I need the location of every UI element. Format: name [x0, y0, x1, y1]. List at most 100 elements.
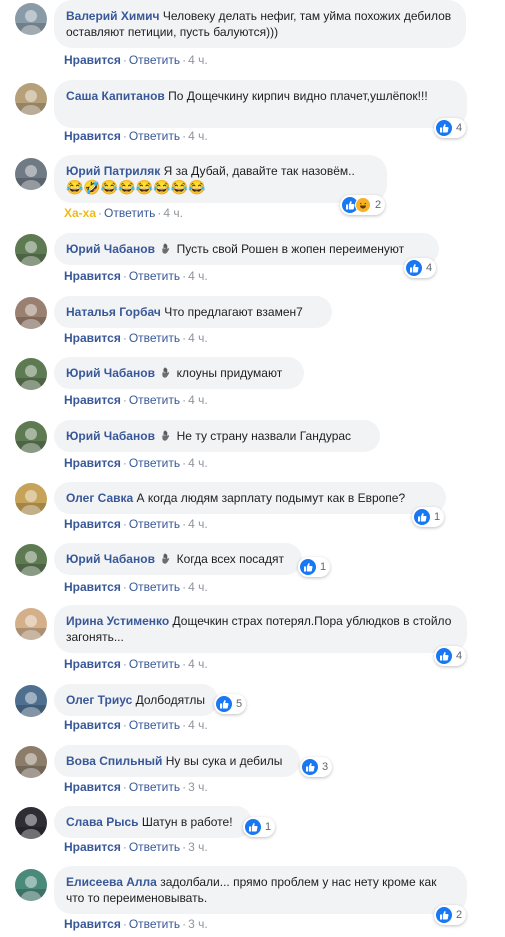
avatar[interactable]	[15, 158, 47, 190]
author-name[interactable]: Ирина Устименко	[66, 614, 169, 628]
comment-actions: Нравится · Ответить · 4 ч.	[64, 456, 208, 470]
timestamp[interactable]: 4 ч.	[188, 53, 208, 67]
avatar[interactable]	[15, 608, 47, 640]
reaction-number: 2	[456, 909, 463, 921]
separator: ·	[182, 393, 187, 407]
timestamp[interactable]: 3 ч.	[188, 840, 208, 854]
author-name[interactable]: Валерий Химич	[66, 9, 160, 23]
reaction-count[interactable]: 1	[243, 817, 276, 837]
like-link[interactable]: Нравится	[64, 269, 121, 283]
reaction-number: 1	[320, 561, 327, 573]
avatar[interactable]	[15, 421, 47, 453]
author-name[interactable]: Вова Спильный	[66, 754, 162, 768]
author-name[interactable]: Олег Триус	[66, 693, 132, 707]
reaction-count[interactable]: 1	[298, 557, 331, 577]
avatar[interactable]	[15, 234, 47, 266]
separator: ·	[182, 456, 187, 470]
reply-link[interactable]: Ответить	[129, 718, 180, 732]
timestamp[interactable]: 4 ч.	[188, 657, 208, 671]
avatar[interactable]	[15, 869, 47, 901]
reply-link[interactable]: Ответить	[129, 456, 180, 470]
like-link[interactable]: Нравится	[64, 456, 121, 470]
avatar[interactable]	[15, 483, 47, 515]
timestamp[interactable]: 4 ч.	[188, 129, 208, 143]
like-link[interactable]: Нравится	[64, 129, 121, 143]
like-link[interactable]: Ха-ха	[64, 206, 96, 220]
like-link[interactable]: Нравится	[64, 718, 121, 732]
comment-text: Пусть свой Рошен в жопен переименуют	[176, 242, 405, 256]
reply-link[interactable]: Ответить	[129, 840, 180, 854]
comment-bubble: Юрий Чабанов Пусть свой Рошен в жопен пе…	[54, 233, 439, 265]
reaction-count[interactable]: 1	[412, 507, 445, 527]
comment-actions: Нравится · Ответить · 4 ч.	[64, 580, 208, 594]
like-link[interactable]: Нравится	[64, 657, 121, 671]
avatar[interactable]	[15, 544, 47, 576]
timestamp[interactable]: 4 ч.	[188, 456, 208, 470]
avatar[interactable]	[15, 3, 47, 35]
reaction-count[interactable]: 5	[214, 694, 247, 714]
avatar[interactable]	[15, 358, 47, 390]
timestamp[interactable]: 3 ч.	[188, 780, 208, 794]
author-name[interactable]: Юрий Чабанов	[66, 429, 155, 443]
comment-bubble: Юрий Чабанов Когда всех посадят	[54, 543, 302, 575]
like-link[interactable]: Нравится	[64, 53, 121, 67]
timestamp[interactable]: 4 ч.	[188, 718, 208, 732]
separator: ·	[122, 269, 127, 283]
timestamp[interactable]: 3 ч.	[188, 917, 208, 931]
like-link[interactable]: Нравится	[64, 780, 121, 794]
author-name[interactable]: Юрий Патриляк	[66, 164, 160, 178]
comment-actions: Нравится · Ответить · 3 ч.	[64, 917, 208, 931]
like-link[interactable]: Нравится	[64, 517, 121, 531]
author-name[interactable]: Юрий Чабанов	[66, 552, 155, 566]
author-name[interactable]: Наталья Горбач	[66, 305, 161, 319]
reply-link[interactable]: Ответить	[129, 129, 180, 143]
author-name[interactable]: Слава Рысь	[66, 815, 139, 829]
timestamp[interactable]: 4 ч.	[188, 269, 208, 283]
reply-link[interactable]: Ответить	[129, 331, 180, 345]
like-link[interactable]: Нравится	[64, 580, 121, 594]
avatar[interactable]	[15, 746, 47, 778]
reaction-count[interactable]: 3	[300, 757, 333, 777]
timestamp[interactable]: 4 ч.	[188, 393, 208, 407]
comment-bubble: Юрий Чабанов Не ту страну назвали Гандур…	[54, 420, 380, 452]
reply-link[interactable]: Ответить	[129, 53, 180, 67]
comment-text: Что предлагают взамен7	[164, 305, 303, 319]
like-link[interactable]: Нравится	[64, 840, 121, 854]
separator: ·	[182, 129, 187, 143]
like-link[interactable]: Нравится	[64, 393, 121, 407]
reply-link[interactable]: Ответить	[129, 780, 180, 794]
like-link[interactable]: Нравится	[64, 331, 121, 345]
reply-link[interactable]: Ответить	[129, 269, 180, 283]
reply-link[interactable]: Ответить	[129, 393, 180, 407]
timestamp[interactable]: 4 ч.	[188, 580, 208, 594]
timestamp[interactable]: 4 ч.	[188, 517, 208, 531]
reaction-count[interactable]: 4	[434, 118, 467, 138]
author-name[interactable]: Юрий Чабанов	[66, 242, 155, 256]
reply-link[interactable]: Ответить	[104, 206, 155, 220]
avatar[interactable]	[15, 297, 47, 329]
reply-link[interactable]: Ответить	[129, 917, 180, 931]
author-name[interactable]: Елисеева Алла	[66, 875, 157, 889]
reaction-count[interactable]: 2	[434, 905, 467, 925]
author-name[interactable]: Олег Савка	[66, 491, 133, 505]
like-link[interactable]: Нравится	[64, 917, 121, 931]
reaction-count[interactable]: 4	[404, 258, 437, 278]
reaction-count[interactable]: 2	[340, 195, 386, 215]
author-name[interactable]: Саша Капитанов	[66, 89, 165, 103]
reply-link[interactable]: Ответить	[129, 517, 180, 531]
reply-link[interactable]: Ответить	[129, 657, 180, 671]
comment-actions: Нравится · Ответить · 3 ч.	[64, 780, 208, 794]
author-name[interactable]: Юрий Чабанов	[66, 366, 155, 380]
avatar[interactable]	[15, 685, 47, 717]
timestamp[interactable]: 4 ч.	[163, 206, 183, 220]
reply-link[interactable]: Ответить	[129, 580, 180, 594]
hand-icon	[160, 429, 173, 442]
avatar[interactable]	[15, 807, 47, 839]
timestamp[interactable]: 4 ч.	[188, 331, 208, 345]
like-reaction-icon	[302, 759, 318, 775]
reaction-count[interactable]: 4	[434, 646, 467, 666]
avatar[interactable]	[15, 83, 47, 115]
comment-list: Валерий Химич Человеку делать нефиг, там…	[0, 0, 505, 937]
comment-bubble: Вова Спильный Ну вы сука и дебилы	[54, 745, 300, 777]
comment-bubble: Елисеева Алла задолбали... прямо проблем…	[54, 866, 467, 914]
